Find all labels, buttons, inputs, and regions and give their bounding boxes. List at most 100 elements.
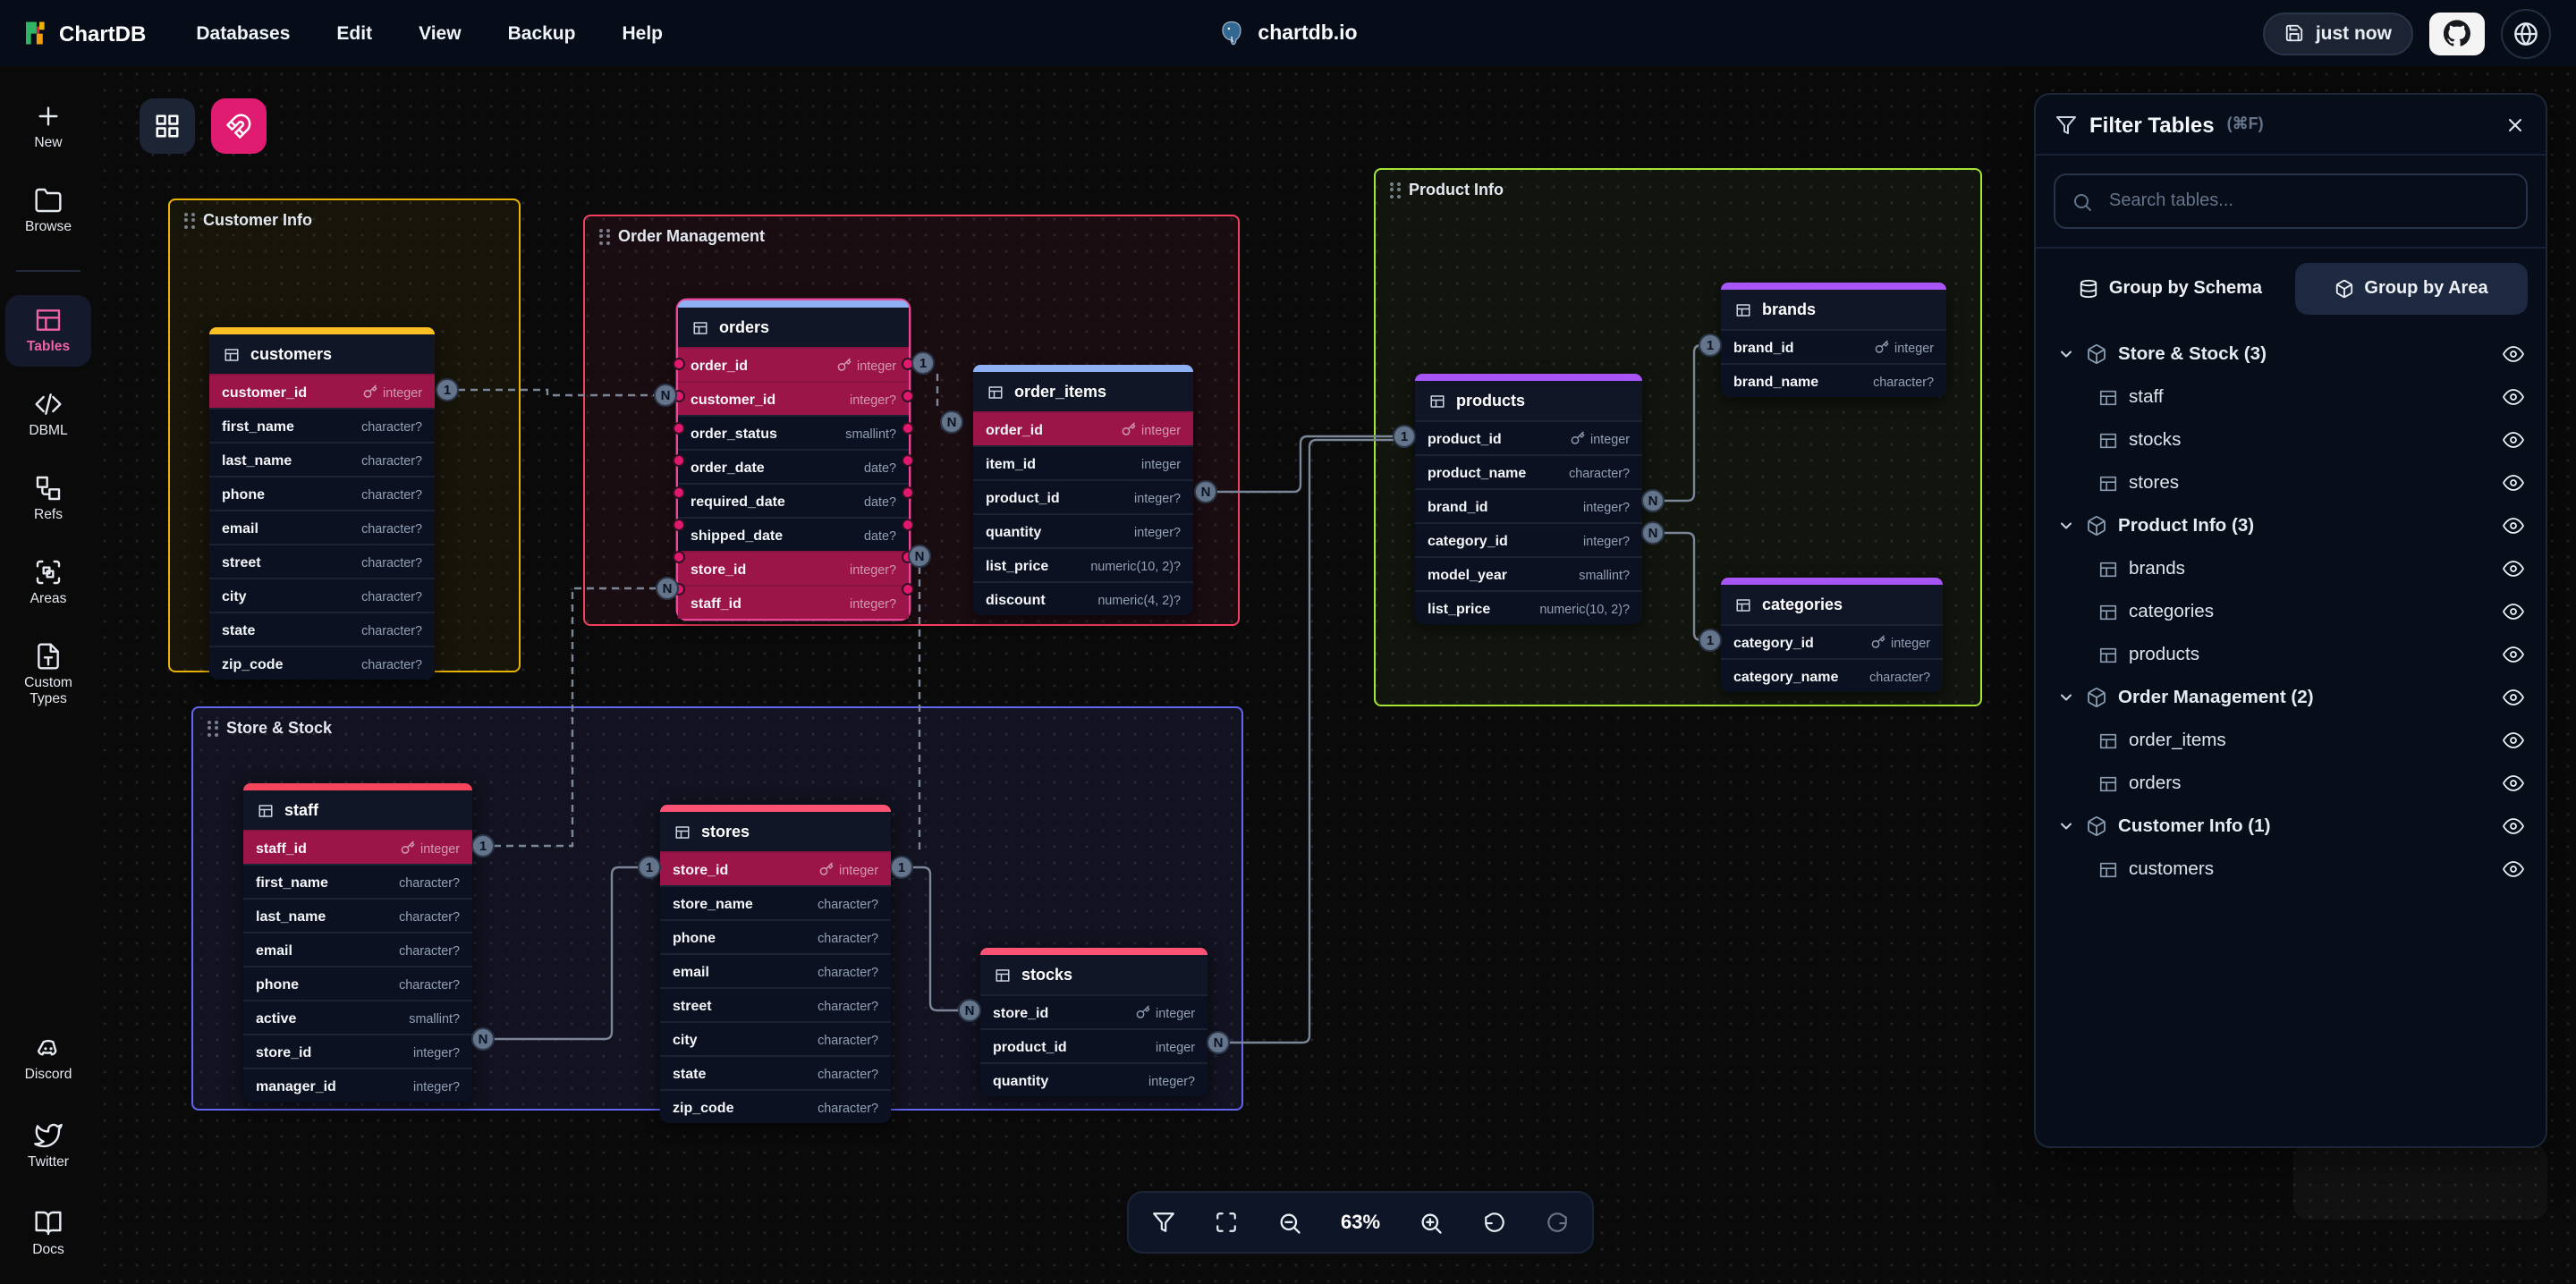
tree-group-2[interactable]: Order Management (2)	[2036, 676, 2546, 719]
connector-dot[interactable]	[673, 421, 685, 434]
field-row-staff-phone[interactable]: phone character?	[243, 966, 472, 1000]
table-header[interactable]: customers	[209, 334, 435, 374]
sidebar-item-areas[interactable]: Areas	[5, 547, 91, 619]
field-row-products-category_id[interactable]: category_id integer?	[1415, 522, 1642, 556]
sidebar-item-dbml[interactable]: DBML	[5, 379, 91, 451]
eye-icon[interactable]	[2503, 773, 2524, 794]
eye-icon[interactable]	[2503, 644, 2524, 665]
field-row-order_items-order_id[interactable]: order_id integer	[973, 411, 1193, 445]
field-row-staff-store_id[interactable]: store_id integer?	[243, 1034, 472, 1068]
group-by-schema-button[interactable]: Group by Schema	[2054, 263, 2287, 315]
eye-icon[interactable]	[2503, 601, 2524, 622]
table-node-stores[interactable]: stores store_id integer store_name chara…	[660, 805, 891, 1123]
field-row-customers-city[interactable]: city character?	[209, 578, 435, 612]
layout-grid-button[interactable]	[140, 98, 195, 154]
menu-edit[interactable]: Edit	[336, 22, 372, 44]
field-row-stocks-quantity[interactable]: quantity integer?	[980, 1062, 1208, 1096]
connector-dot[interactable]	[673, 518, 685, 530]
eye-icon[interactable]	[2503, 730, 2524, 751]
field-row-customers-zip_code[interactable]: zip_code character?	[209, 646, 435, 680]
field-row-stores-email[interactable]: email character?	[660, 953, 891, 987]
area-label[interactable]: Customer Info	[184, 211, 312, 229]
field-row-stores-store_id[interactable]: store_id integer	[660, 851, 891, 885]
eye-icon[interactable]	[2503, 858, 2524, 880]
field-row-products-product_name[interactable]: product_name character?	[1415, 454, 1642, 488]
group-by-area-button[interactable]: Group by Area	[2294, 263, 2528, 315]
field-row-stores-city[interactable]: city character?	[660, 1021, 891, 1055]
zoom-in-button[interactable]	[1419, 1210, 1445, 1235]
table-node-customers[interactable]: customers customer_id integer first_name…	[209, 327, 435, 680]
field-row-staff-first_name[interactable]: first_name character?	[243, 864, 472, 898]
connector-dot[interactable]	[902, 389, 914, 401]
sidebar-item-custom-types[interactable]: Custom Types	[5, 630, 91, 718]
sidebar-item-tables[interactable]: Tables	[5, 295, 91, 367]
tree-table-order_items[interactable]: order_items	[2036, 719, 2546, 762]
menu-databases[interactable]: Databases	[196, 22, 290, 44]
field-row-staff-active[interactable]: active smallint?	[243, 1000, 472, 1034]
eye-icon[interactable]	[2503, 687, 2524, 708]
connector-dot[interactable]	[902, 357, 914, 369]
field-row-order_items-discount[interactable]: discount numeric(4, 2)?	[973, 581, 1193, 615]
field-row-orders-shipped_date[interactable]: shipped_date date?	[678, 517, 909, 551]
brand[interactable]: ChartDB	[0, 20, 164, 46]
field-row-products-product_id[interactable]: product_id integer	[1415, 420, 1642, 454]
undo-button[interactable]	[1483, 1211, 1506, 1234]
field-row-orders-order_date[interactable]: order_date date?	[678, 449, 909, 483]
github-button[interactable]	[2429, 12, 2485, 55]
tree-table-staff[interactable]: staff	[2036, 376, 2546, 418]
sidebar-item-browse[interactable]: Browse	[5, 175, 91, 247]
field-row-orders-required_date[interactable]: required_date date?	[678, 483, 909, 517]
redo-button[interactable]	[1546, 1211, 1569, 1234]
close-panel-button[interactable]	[2504, 114, 2526, 135]
eye-icon[interactable]	[2503, 515, 2524, 536]
field-row-staff-staff_id[interactable]: staff_id integer	[243, 830, 472, 864]
diagram-title[interactable]: chartdb.io	[1258, 22, 1357, 44]
sidebar-item-twitter[interactable]: Twitter	[5, 1111, 91, 1182]
connector-dot[interactable]	[902, 453, 914, 466]
chevron-down-icon[interactable]	[2057, 817, 2075, 835]
field-row-stores-state[interactable]: state character?	[660, 1055, 891, 1089]
field-row-stocks-store_id[interactable]: store_id integer	[980, 994, 1208, 1028]
tree-table-products[interactable]: products	[2036, 633, 2546, 676]
table-header[interactable]: stores	[660, 812, 891, 851]
sidebar-item-discord[interactable]: Discord	[5, 1023, 91, 1094]
area-label[interactable]: Product Info	[1390, 181, 1504, 199]
table-node-order_items[interactable]: order_items order_id integer item_id int…	[973, 365, 1193, 615]
field-row-orders-order_status[interactable]: order_status smallint?	[678, 415, 909, 449]
snap-magnet-button[interactable]	[211, 98, 267, 154]
tree-table-stocks[interactable]: stocks	[2036, 418, 2546, 461]
connector-dot[interactable]	[673, 550, 685, 562]
field-row-order_items-list_price[interactable]: list_price numeric(10, 2)?	[973, 547, 1193, 581]
language-button[interactable]	[2501, 8, 2551, 58]
connector-dot[interactable]	[673, 486, 685, 498]
table-header[interactable]: categories	[1721, 585, 1943, 624]
connector-dot[interactable]	[902, 421, 914, 434]
connector-dot[interactable]	[902, 550, 914, 562]
connector-dot[interactable]	[673, 389, 685, 401]
menu-help[interactable]: Help	[622, 22, 663, 44]
last-saved-button[interactable]: just now	[2264, 12, 2413, 55]
table-node-categories[interactable]: categories category_id integer category_…	[1721, 578, 1943, 692]
sidebar-item-new[interactable]: New	[5, 91, 91, 163]
eye-icon[interactable]	[2503, 386, 2524, 408]
field-row-customers-last_name[interactable]: last_name character?	[209, 442, 435, 476]
table-node-brands[interactable]: brands brand_id integer brand_name chara…	[1721, 283, 1946, 397]
field-row-staff-last_name[interactable]: last_name character?	[243, 898, 472, 932]
tree-table-brands[interactable]: brands	[2036, 547, 2546, 590]
field-row-stores-zip_code[interactable]: zip_code character?	[660, 1089, 891, 1123]
table-node-products[interactable]: products product_id integer product_name…	[1415, 374, 1642, 624]
field-row-customers-state[interactable]: state character?	[209, 612, 435, 646]
field-row-orders-store_id[interactable]: store_id integer?	[678, 551, 909, 585]
menu-view[interactable]: View	[419, 22, 462, 44]
field-row-customers-first_name[interactable]: first_name character?	[209, 408, 435, 442]
tree-group-3[interactable]: Customer Info (1)	[2036, 805, 2546, 848]
field-row-stores-phone[interactable]: phone character?	[660, 919, 891, 953]
fit-view-button[interactable]	[1215, 1211, 1238, 1234]
connector-dot[interactable]	[902, 486, 914, 498]
field-row-products-brand_id[interactable]: brand_id integer?	[1415, 488, 1642, 522]
field-row-stocks-product_id[interactable]: product_id integer	[980, 1028, 1208, 1062]
field-row-categories-category_name[interactable]: category_name character?	[1721, 658, 1943, 692]
tree-table-categories[interactable]: categories	[2036, 590, 2546, 633]
field-row-staff-manager_id[interactable]: manager_id integer?	[243, 1068, 472, 1102]
table-header[interactable]: brands	[1721, 290, 1946, 329]
